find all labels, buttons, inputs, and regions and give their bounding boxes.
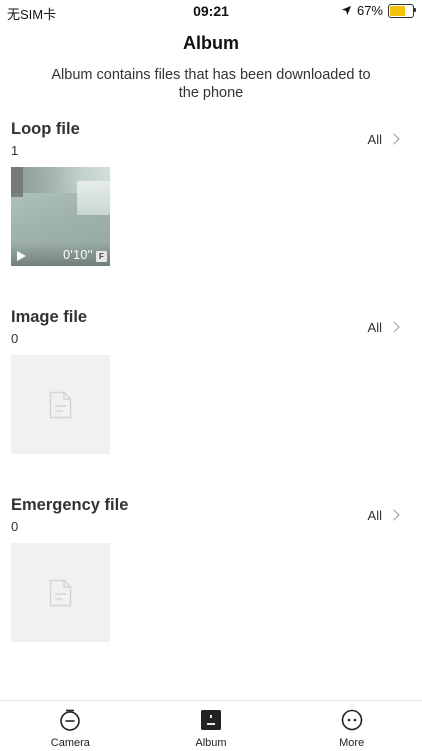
section-count: 0 [11, 519, 19, 534]
page-subtitle: Album contains files that has been downl… [51, 67, 371, 101]
tab-label: Album [195, 737, 227, 749]
tab-more[interactable]: More [281, 701, 422, 751]
chevron-right-icon [388, 321, 400, 333]
chevron-right-icon [388, 509, 400, 521]
camera-icon [60, 709, 81, 731]
status-bar: 无SIM卡 09:21 67% [0, 0, 422, 22]
section-title: Emergency file [11, 496, 129, 514]
view-all-label: All [367, 508, 382, 523]
more-icon [341, 709, 362, 731]
empty-placeholder [11, 355, 110, 454]
view-all-emergency-button[interactable]: All [367, 508, 400, 523]
battery-level [390, 5, 405, 16]
tab-camera[interactable]: Camera [0, 701, 141, 751]
battery-icon [388, 3, 416, 18]
album-icon [201, 710, 221, 730]
video-duration: 0'10'' [63, 248, 93, 262]
file-type-badge: F [96, 251, 107, 262]
video-thumbnail[interactable]: 0'10'' F [11, 167, 110, 266]
tab-album[interactable]: Album [141, 701, 282, 751]
view-all-image-button[interactable]: All [367, 320, 400, 335]
view-all-label: All [367, 132, 382, 147]
section-title: Loop file [11, 120, 80, 138]
view-all-label: All [367, 320, 382, 335]
document-icon [49, 579, 72, 607]
document-icon [49, 391, 72, 419]
status-right-group: 67% [341, 3, 416, 18]
thumbnail-image-region [11, 167, 23, 197]
tab-label: More [339, 737, 365, 749]
section-image-file: Image file 0 All [0, 308, 422, 458]
play-icon [17, 251, 26, 261]
chevron-right-icon [388, 133, 400, 145]
section-loop-file: Loop file 1 All 0'10'' F [0, 120, 422, 270]
section-count: 0 [11, 331, 19, 346]
section-emergency-file: Emergency file 0 All [0, 496, 422, 646]
section-title: Image file [11, 308, 88, 326]
section-count: 1 [11, 143, 19, 158]
battery-percent: 67% [356, 3, 383, 18]
view-all-loop-button[interactable]: All [367, 132, 400, 147]
tab-bar: Camera Album More [0, 700, 422, 751]
location-arrow-icon [341, 5, 352, 16]
thumbnail-image-region [77, 181, 110, 215]
tab-label: Camera [50, 737, 90, 749]
empty-placeholder [11, 543, 110, 642]
page-title: Album [183, 33, 239, 53]
